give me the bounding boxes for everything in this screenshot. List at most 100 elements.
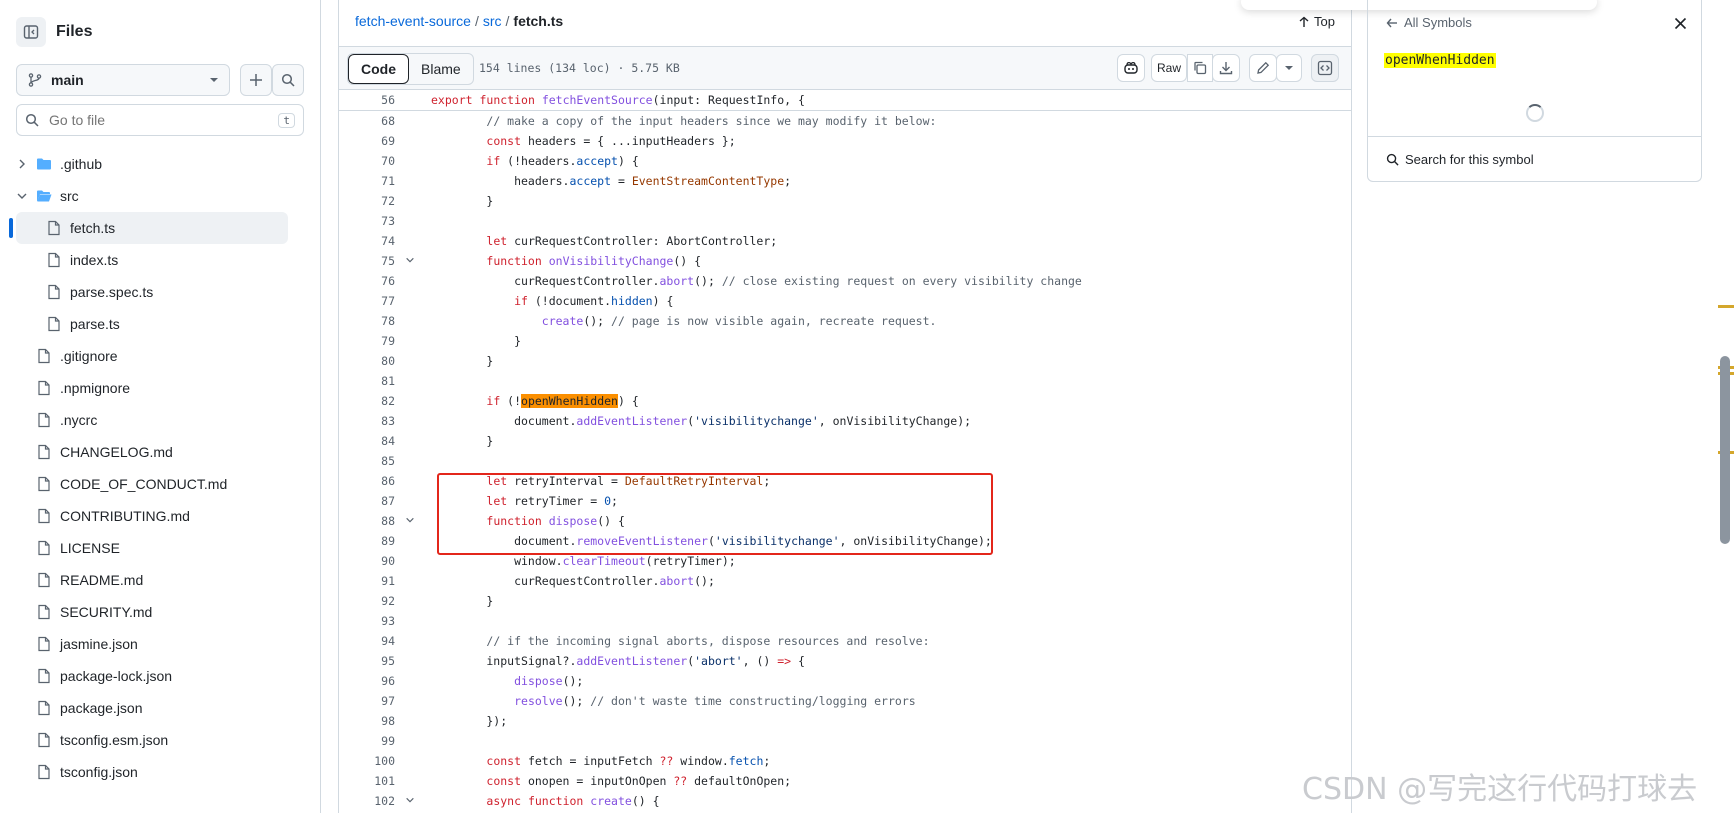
line-number[interactable]: 97 xyxy=(339,694,395,708)
line-number[interactable]: 88 xyxy=(339,514,395,528)
file-icon xyxy=(48,284,60,300)
line-number[interactable]: 98 xyxy=(339,714,395,728)
fold-chevron-icon[interactable] xyxy=(405,254,415,268)
line-number[interactable]: 68 xyxy=(339,114,395,128)
watermark: CSDN @写完这行代码打球去 xyxy=(1302,772,1698,807)
tree-item-label: package.json xyxy=(60,700,143,716)
collapse-sidebar-button[interactable] xyxy=(16,17,46,47)
tree-file[interactable]: tsconfig.json xyxy=(0,756,320,788)
tree-item-label: SECURITY.md xyxy=(60,604,153,620)
breadcrumb-dir-link[interactable]: src xyxy=(483,13,502,29)
code-tab[interactable]: Code xyxy=(348,54,409,84)
line-number[interactable]: 76 xyxy=(339,274,395,288)
line-number[interactable]: 101 xyxy=(339,774,395,788)
tree-folder[interactable]: .github xyxy=(0,148,320,180)
line-number[interactable]: 99 xyxy=(339,734,395,748)
code-line: 69 const headers = { ...inputHeaders }; xyxy=(339,131,1351,151)
line-number[interactable]: 90 xyxy=(339,554,395,568)
tree-file[interactable]: jasmine.json xyxy=(0,628,320,660)
add-file-button[interactable] xyxy=(240,64,272,96)
tree-file[interactable]: package.json xyxy=(0,692,320,724)
tree-folder[interactable]: src xyxy=(0,180,320,212)
breadcrumb-repo-link[interactable]: fetch-event-source xyxy=(355,13,471,29)
tree-file[interactable]: .gitignore xyxy=(0,340,320,372)
tree-file[interactable]: index.ts xyxy=(0,244,320,276)
code-line: 99 xyxy=(339,731,1351,751)
line-number[interactable]: 91 xyxy=(339,574,395,588)
shortcut-key-badge: t xyxy=(278,112,295,128)
scroll-to-top-link[interactable]: Top xyxy=(1298,14,1335,29)
code-line: 76 curRequestController.abort(); // clos… xyxy=(339,271,1351,291)
file-icon xyxy=(38,540,50,556)
tree-file[interactable]: package-lock.json xyxy=(0,660,320,692)
symbols-panel-toggle[interactable] xyxy=(1311,54,1339,82)
copy-raw-button[interactable] xyxy=(1187,54,1213,82)
line-number[interactable]: 83 xyxy=(339,414,395,428)
fold-chevron-icon[interactable] xyxy=(405,514,415,528)
line-number[interactable]: 100 xyxy=(339,754,395,768)
line-number[interactable]: 93 xyxy=(339,614,395,628)
search-repo-button[interactable] xyxy=(272,64,304,96)
blame-tab[interactable]: Blame xyxy=(409,54,473,84)
tree-file[interactable]: CHANGELOG.md xyxy=(0,436,320,468)
edit-file-button[interactable] xyxy=(1249,54,1277,82)
code-text: if (!headers.accept) { xyxy=(486,154,639,168)
line-number[interactable]: 72 xyxy=(339,194,395,208)
close-symbols-button[interactable] xyxy=(1674,14,1687,35)
tree-file[interactable]: tsconfig.esm.json xyxy=(0,724,320,756)
line-number[interactable]: 75 xyxy=(339,254,395,268)
line-number[interactable]: 74 xyxy=(339,234,395,248)
line-number[interactable]: 89 xyxy=(339,534,395,548)
search-symbol-button[interactable]: Search for this symbol xyxy=(1368,136,1701,182)
all-symbols-back-link[interactable]: All Symbols xyxy=(1386,15,1472,30)
line-number[interactable]: 71 xyxy=(339,174,395,188)
tree-file[interactable]: .nycrc xyxy=(0,404,320,436)
line-number[interactable]: 95 xyxy=(339,654,395,668)
fold-chevron-icon[interactable] xyxy=(405,794,415,808)
code-text: } xyxy=(431,354,494,368)
code-line: 82 if (!openWhenHidden) { xyxy=(339,391,1351,411)
tree-file[interactable]: fetch.ts xyxy=(9,212,288,244)
line-number[interactable]: 94 xyxy=(339,634,395,648)
code-text: } xyxy=(431,434,494,448)
branch-selector[interactable]: main xyxy=(16,64,230,96)
line-number[interactable]: 56 xyxy=(339,93,395,107)
line-number[interactable]: 81 xyxy=(339,374,395,388)
line-number[interactable]: 70 xyxy=(339,154,395,168)
copilot-button[interactable] xyxy=(1117,54,1145,82)
line-number[interactable]: 82 xyxy=(339,394,395,408)
line-number[interactable]: 92 xyxy=(339,594,395,608)
tree-file[interactable]: LICENSE xyxy=(0,532,320,564)
line-number[interactable]: 78 xyxy=(339,314,395,328)
tree-file[interactable]: README.md xyxy=(0,564,320,596)
line-number[interactable]: 80 xyxy=(339,354,395,368)
line-number[interactable]: 77 xyxy=(339,294,395,308)
line-number[interactable]: 84 xyxy=(339,434,395,448)
line-number[interactable]: 96 xyxy=(339,674,395,688)
go-to-file-search[interactable]: t xyxy=(16,104,304,136)
line-number[interactable]: 73 xyxy=(339,214,395,228)
tree-file[interactable]: parse.spec.ts xyxy=(0,276,320,308)
code-text: // if the incoming signal aborts, dispos… xyxy=(486,634,930,648)
tree-file[interactable]: CONTRIBUTING.md xyxy=(0,500,320,532)
line-number[interactable]: 86 xyxy=(339,474,395,488)
line-number[interactable]: 69 xyxy=(339,134,395,148)
file-icon xyxy=(38,668,50,684)
file-tree-header: Files xyxy=(16,16,92,48)
search-match-highlight[interactable]: openWhenHidden xyxy=(521,394,618,408)
raw-button[interactable]: Raw xyxy=(1151,54,1187,82)
tree-file[interactable]: CODE_OF_CONDUCT.md xyxy=(0,468,320,500)
git-branch-icon xyxy=(28,73,42,87)
line-number[interactable]: 79 xyxy=(339,334,395,348)
go-to-file-input[interactable] xyxy=(47,111,279,129)
tree-file[interactable]: parse.ts xyxy=(0,308,320,340)
download-button[interactable] xyxy=(1212,54,1240,82)
code-text: async function create() { xyxy=(486,794,660,808)
page-scrollbar[interactable] xyxy=(1720,356,1730,544)
line-number[interactable]: 102 xyxy=(339,794,395,808)
edit-options-dropdown[interactable] xyxy=(1276,54,1302,82)
line-number[interactable]: 87 xyxy=(339,494,395,508)
line-number[interactable]: 85 xyxy=(339,454,395,468)
tree-file[interactable]: .npmignore xyxy=(0,372,320,404)
tree-file[interactable]: SECURITY.md xyxy=(0,596,320,628)
